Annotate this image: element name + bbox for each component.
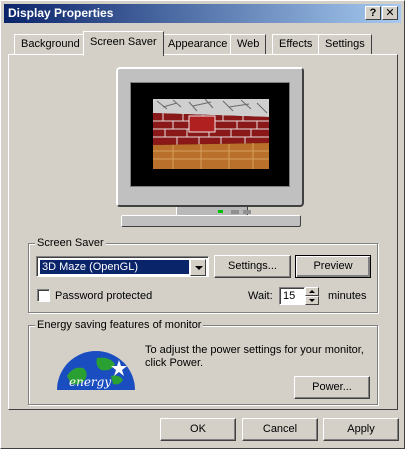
close-button[interactable]: ✕ xyxy=(382,6,398,20)
chevron-down-icon[interactable] xyxy=(190,259,206,276)
display-properties-window: Display Properties ? ✕ Background Screen… xyxy=(0,0,405,449)
energy-description: To adjust the power settings for your mo… xyxy=(145,344,364,369)
window-title: Display Properties xyxy=(8,6,114,20)
tab-background[interactable]: Background xyxy=(14,34,87,54)
wait-label: Wait: xyxy=(248,290,273,302)
monitor-screen xyxy=(130,82,290,187)
tab-effects[interactable]: Effects xyxy=(272,34,320,54)
screen-saver-panel: Screen Saver 3D Maze (OpenGL) Settings..… xyxy=(8,54,398,410)
power-button[interactable]: Power... xyxy=(294,376,370,399)
ok-button[interactable]: OK xyxy=(160,418,236,441)
screen-saver-select[interactable]: 3D Maze (OpenGL) xyxy=(36,256,209,277)
monitor-button-icon xyxy=(243,210,251,214)
close-icon: ✕ xyxy=(385,7,395,19)
monitor-button-icon xyxy=(231,210,239,214)
password-protected-checkbox[interactable] xyxy=(37,289,50,302)
cancel-button[interactable]: Cancel xyxy=(242,418,318,441)
tab-web[interactable]: Web xyxy=(230,34,267,54)
power-led-icon xyxy=(218,210,223,213)
tab-screen-saver[interactable]: Screen Saver xyxy=(83,31,164,56)
help-button[interactable]: ? xyxy=(365,6,381,20)
tab-appearance[interactable]: Appearance xyxy=(161,34,235,54)
screen-saver-group: Screen Saver xyxy=(28,237,378,313)
monitor-preview xyxy=(116,67,304,207)
screen-saver-group-label: Screen Saver xyxy=(35,237,106,249)
energy-saving-group-label: Energy saving features of monitor xyxy=(35,319,204,331)
wait-unit-label: minutes xyxy=(328,290,367,302)
wait-minutes-stepper[interactable] xyxy=(305,287,319,305)
maze-preview-image xyxy=(153,99,269,169)
screen-saver-selected-value: 3D Maze (OpenGL) xyxy=(40,260,189,274)
apply-button[interactable]: Apply xyxy=(323,418,399,441)
title-bar[interactable]: Display Properties ? ✕ xyxy=(4,4,401,23)
settings-button[interactable]: Settings... xyxy=(214,255,291,278)
energy-logo-text: energy xyxy=(69,375,111,389)
spin-down-icon[interactable] xyxy=(305,296,319,305)
tab-settings[interactable]: Settings xyxy=(318,34,372,54)
monitor-stand-base xyxy=(121,215,301,227)
preview-button[interactable]: Preview xyxy=(295,255,371,278)
wait-minutes-input[interactable]: 15 xyxy=(279,287,305,305)
password-protected-label: Password protected xyxy=(55,290,153,302)
spin-up-icon[interactable] xyxy=(305,287,319,296)
energy-star-logo-icon: energy xyxy=(57,351,135,390)
